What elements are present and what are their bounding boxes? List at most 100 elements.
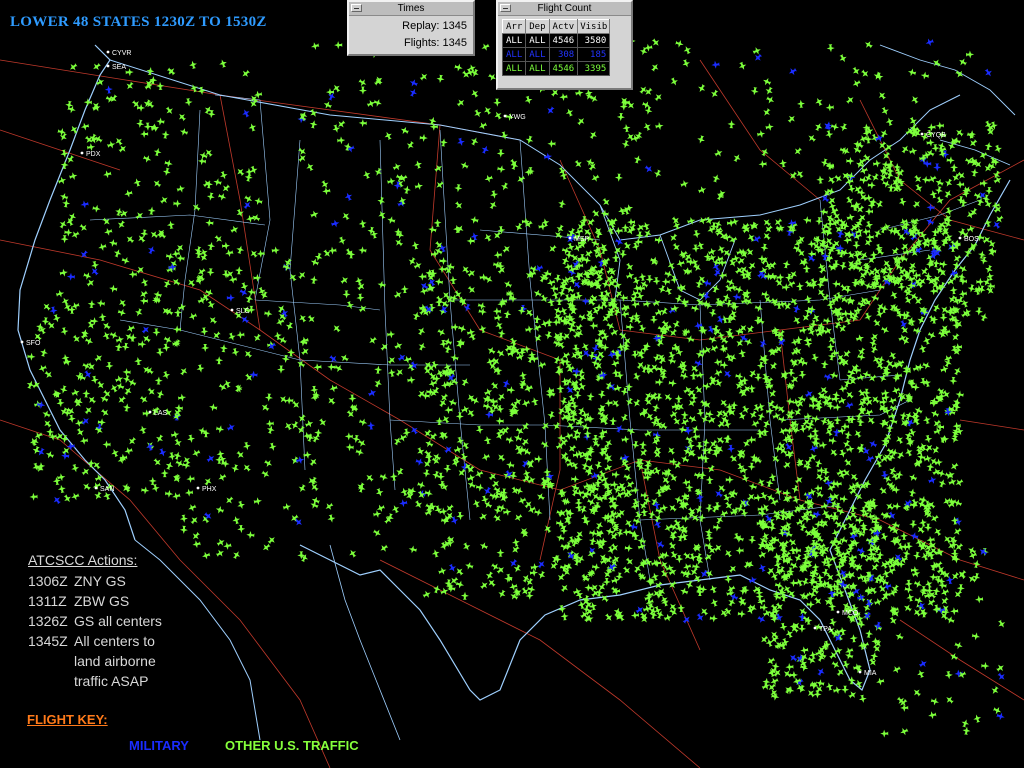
aircraft-icon bbox=[147, 206, 156, 215]
aircraft-icon bbox=[581, 342, 589, 351]
military-aircraft-icon bbox=[226, 293, 235, 302]
aircraft-icon bbox=[334, 41, 343, 50]
flight-count-header-row: Arr Dep Actv Visib bbox=[501, 19, 611, 34]
aircraft-icon bbox=[670, 77, 678, 86]
aircraft-icon bbox=[611, 470, 621, 479]
aircraft-icon bbox=[854, 664, 863, 674]
column-header-visib[interactable]: Visib bbox=[577, 19, 611, 34]
aircraft-icon bbox=[780, 372, 788, 380]
aircraft-icon bbox=[327, 514, 336, 523]
aircraft-icon bbox=[667, 356, 676, 365]
aircraft-icon bbox=[776, 224, 785, 232]
aircraft-icon bbox=[153, 458, 161, 466]
aircraft-icon bbox=[681, 514, 690, 523]
aircraft-icon bbox=[40, 348, 48, 357]
aircraft-icon bbox=[920, 71, 929, 80]
aircraft-icon bbox=[156, 81, 165, 91]
aircraft-icon bbox=[846, 157, 855, 165]
aircraft-icon bbox=[765, 122, 774, 131]
aircraft-icon bbox=[932, 259, 941, 268]
aircraft-icon bbox=[858, 694, 867, 703]
aircraft-icon bbox=[925, 444, 933, 452]
aircraft-icon bbox=[71, 231, 80, 239]
aircraft-icon bbox=[675, 39, 684, 48]
aircraft-icon bbox=[926, 462, 935, 471]
aircraft-icon bbox=[816, 679, 825, 688]
aircraft-icon bbox=[481, 43, 490, 51]
atcscc-actions: ATCSCC Actions: 1306Z ZNY GS 1311Z ZBW G… bbox=[28, 552, 184, 691]
aircraft-icon bbox=[698, 84, 706, 93]
aircraft-icon bbox=[815, 123, 823, 132]
table-row[interactable]: ALL ALL 308 185 bbox=[501, 47, 611, 62]
airport-label: MIA bbox=[864, 670, 877, 677]
aircraft-icon bbox=[115, 137, 123, 146]
aircraft-icon bbox=[944, 535, 952, 544]
aircraft-icon bbox=[577, 118, 585, 126]
aircraft-icon bbox=[969, 139, 978, 147]
aircraft-icon bbox=[209, 403, 218, 412]
table-row[interactable]: ALL ALL 4546 3580 bbox=[501, 33, 611, 48]
aircraft-icon bbox=[855, 334, 865, 343]
cell-visib: 185 bbox=[577, 47, 611, 62]
aircraft-icon bbox=[609, 416, 618, 425]
aircraft-icon bbox=[93, 461, 101, 470]
aircraft-icon bbox=[667, 447, 676, 455]
actions-header: ATCSCC Actions: bbox=[28, 552, 138, 568]
aircraft-icon bbox=[435, 417, 444, 426]
aircraft-icon bbox=[497, 393, 505, 401]
aircraft-icon bbox=[648, 510, 656, 519]
aircraft-icon bbox=[678, 250, 687, 259]
aircraft-icon bbox=[110, 384, 118, 393]
aircraft-icon bbox=[536, 493, 545, 501]
aircraft-icon bbox=[682, 59, 690, 68]
aircraft-icon bbox=[305, 420, 314, 428]
aircraft-icon bbox=[151, 483, 160, 493]
aircraft-icon bbox=[43, 303, 51, 311]
aircraft-icon bbox=[402, 428, 411, 437]
aircraft-icon bbox=[173, 474, 181, 483]
military-aircraft-icon bbox=[331, 219, 340, 228]
column-header-dep[interactable]: Dep bbox=[525, 19, 550, 34]
aircraft-icon bbox=[750, 87, 759, 96]
aircraft-icon bbox=[228, 275, 238, 284]
aircraft-icon bbox=[121, 257, 130, 265]
airport-label: MCO bbox=[842, 610, 859, 617]
aircraft-icon bbox=[560, 497, 570, 506]
aircraft-icon bbox=[81, 468, 90, 476]
aircraft-icon bbox=[248, 123, 257, 132]
aircraft-icon bbox=[460, 161, 469, 169]
military-aircraft-icon bbox=[53, 496, 61, 505]
aircraft-icon bbox=[828, 176, 836, 184]
aircraft-icon bbox=[830, 123, 840, 131]
times-window-titlebar[interactable]: Times bbox=[349, 2, 473, 16]
aircraft-icon bbox=[711, 89, 719, 98]
aircraft-icon bbox=[606, 322, 615, 330]
flight-count-window[interactable]: Flight Count Arr Dep Actv Visib ALL ALL … bbox=[496, 0, 633, 90]
aircraft-icon bbox=[846, 96, 854, 104]
aircraft-icon bbox=[672, 320, 680, 329]
aircraft-icon bbox=[154, 376, 163, 385]
aircraft-icon bbox=[460, 591, 469, 600]
aircraft-icon bbox=[84, 337, 94, 345]
aircraft-icon bbox=[768, 473, 777, 482]
window-menu-icon[interactable] bbox=[351, 4, 362, 12]
table-row[interactable]: ALL ALL 4546 3395 bbox=[501, 61, 611, 76]
aircraft-icon bbox=[839, 54, 847, 63]
aircraft-icon bbox=[285, 322, 294, 331]
military-aircraft-icon bbox=[409, 88, 417, 97]
column-header-actv[interactable]: Actv bbox=[548, 19, 579, 34]
aircraft-icon bbox=[568, 444, 577, 452]
aircraft-icon bbox=[733, 532, 742, 542]
flight-count-titlebar[interactable]: Flight Count bbox=[498, 2, 631, 16]
aircraft-icon bbox=[712, 174, 721, 183]
map-title: LOWER 48 STATES 1230Z TO 1530Z bbox=[10, 14, 267, 30]
column-header-arr[interactable]: Arr bbox=[501, 19, 527, 34]
aircraft-icon bbox=[887, 567, 896, 575]
aircraft-icon bbox=[59, 132, 68, 141]
aircraft-icon bbox=[515, 222, 523, 231]
aircraft-icon bbox=[841, 685, 850, 694]
aircraft-icon bbox=[215, 506, 225, 514]
times-window[interactable]: Times Replay: 1345 Flights: 1345 bbox=[347, 0, 475, 56]
aircraft-icon bbox=[418, 327, 426, 336]
window-menu-icon[interactable] bbox=[500, 4, 511, 12]
